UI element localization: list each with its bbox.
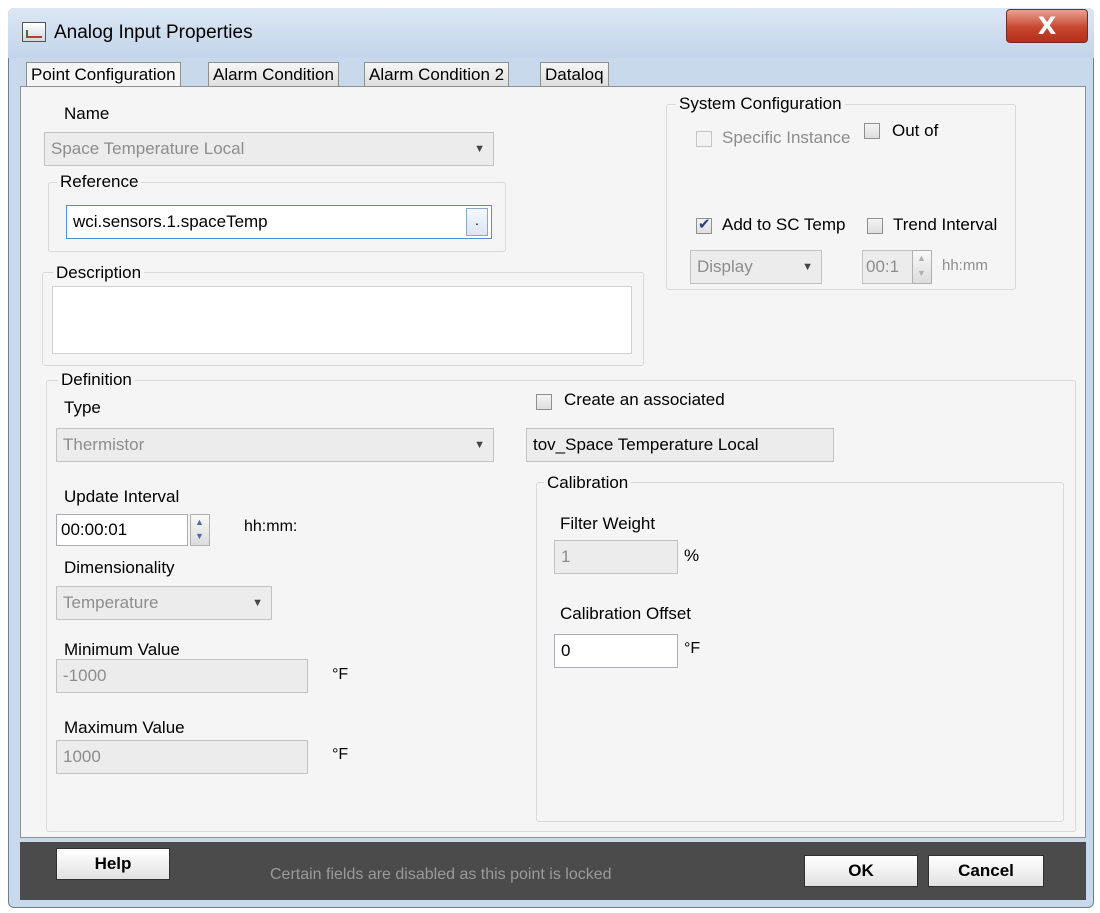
description-textarea[interactable] bbox=[52, 286, 632, 354]
chevron-down-icon: ▼ bbox=[474, 439, 485, 451]
maximum-value-unit: °F bbox=[332, 746, 349, 763]
add-to-sc-checkbox[interactable]: ✔ bbox=[696, 215, 712, 234]
filter-weight-label: Filter Weight bbox=[560, 514, 656, 533]
filter-weight-input[interactable]: 1 bbox=[554, 540, 678, 574]
maximum-value-label: Maximum Value bbox=[64, 718, 185, 737]
trend-interval-spinner[interactable]: ▲ ▼ bbox=[912, 250, 932, 284]
tab-point-configuration[interactable]: Point Configuration bbox=[26, 62, 181, 89]
minimum-value-input[interactable]: -1000 bbox=[56, 659, 308, 693]
minimum-value-label: Minimum Value bbox=[64, 640, 180, 659]
trend-interval-input[interactable]: 00:1 bbox=[862, 250, 914, 284]
tab-dataloq[interactable]: Dataloq bbox=[540, 62, 609, 88]
type-dropdown[interactable]: Thermistor ▼ bbox=[56, 428, 494, 462]
specific-instance-checkbox[interactable] bbox=[696, 131, 712, 147]
display-value: Display bbox=[697, 257, 753, 276]
chevron-down-icon: ▼ bbox=[252, 597, 263, 609]
dimensionality-value: Temperature bbox=[63, 593, 159, 612]
dimensionality-dropdown[interactable]: Temperature ▼ bbox=[56, 586, 272, 620]
type-value: Thermistor bbox=[63, 435, 145, 454]
chevron-down-icon: ▼ bbox=[474, 143, 485, 155]
associated-name-field: tov_Space Temperature Local bbox=[526, 428, 834, 462]
checkmark-icon: ✔ bbox=[698, 215, 711, 233]
calibration-label: Calibration bbox=[544, 473, 632, 493]
chevron-down-icon: ▼ bbox=[802, 261, 813, 273]
name-label: Name bbox=[64, 104, 110, 123]
trend-interval-label: Trend Interval bbox=[893, 215, 998, 234]
type-label: Type bbox=[64, 398, 101, 417]
update-interval-spinner[interactable]: ▲ ▼ bbox=[190, 514, 210, 546]
ok-button[interactable]: OK bbox=[804, 855, 918, 887]
tab-alarm-condition[interactable]: Alarm Condition bbox=[208, 62, 339, 88]
update-interval-input[interactable]: 00:00:01 bbox=[56, 514, 188, 546]
calibration-offset-label: Calibration Offset bbox=[560, 604, 692, 623]
name-value: Space Temperature Local bbox=[51, 139, 245, 158]
description-label: Description bbox=[53, 263, 145, 283]
trend-interval-checkbox[interactable] bbox=[867, 218, 883, 234]
maximum-value-input[interactable]: 1000 bbox=[56, 740, 308, 774]
create-associated-label: Create an associated bbox=[564, 390, 725, 409]
name-dropdown[interactable]: Space Temperature Local ▼ bbox=[44, 132, 494, 166]
trend-interval-unit: hh:mm bbox=[942, 257, 988, 274]
reference-label: Reference bbox=[57, 172, 142, 192]
reference-input[interactable]: wci.sensors.1.spaceTemp bbox=[66, 205, 492, 239]
display-dropdown[interactable]: Display ▼ bbox=[690, 250, 822, 284]
update-interval-label: Update Interval bbox=[64, 487, 180, 506]
filter-weight-unit: % bbox=[684, 546, 700, 565]
create-associated-checkbox[interactable] bbox=[536, 394, 552, 410]
app-icon bbox=[22, 22, 46, 42]
system-config-label: System Configuration bbox=[676, 94, 845, 114]
reference-value: wci.sensors.1.spaceTemp bbox=[73, 212, 268, 231]
out-of-checkbox[interactable] bbox=[864, 123, 880, 139]
close-button[interactable]: X bbox=[1006, 9, 1088, 43]
window-title: Analog Input Properties bbox=[54, 22, 253, 43]
tab-alarm-condition-2[interactable]: Alarm Condition 2 bbox=[364, 62, 510, 88]
help-button[interactable]: Help bbox=[56, 848, 170, 880]
calibration-offset-unit: °F bbox=[684, 640, 701, 657]
definition-label: Definition bbox=[58, 370, 135, 390]
locked-status-text: Certain fields are disabled as this poin… bbox=[270, 866, 612, 883]
reference-browse-button[interactable]: . bbox=[466, 208, 488, 236]
add-to-sc-label: Add to SC Temp bbox=[722, 215, 846, 234]
minimum-value-unit: °F bbox=[332, 666, 349, 683]
dimensionality-label: Dimensionality bbox=[64, 558, 175, 577]
specific-instance-label: Specific Instance bbox=[722, 128, 851, 147]
update-interval-unit: hh:mm: bbox=[244, 518, 298, 535]
calibration-offset-input[interactable]: 0 bbox=[554, 634, 678, 668]
cancel-button[interactable]: Cancel bbox=[928, 855, 1044, 887]
out-of-label: Out of bbox=[892, 121, 939, 140]
